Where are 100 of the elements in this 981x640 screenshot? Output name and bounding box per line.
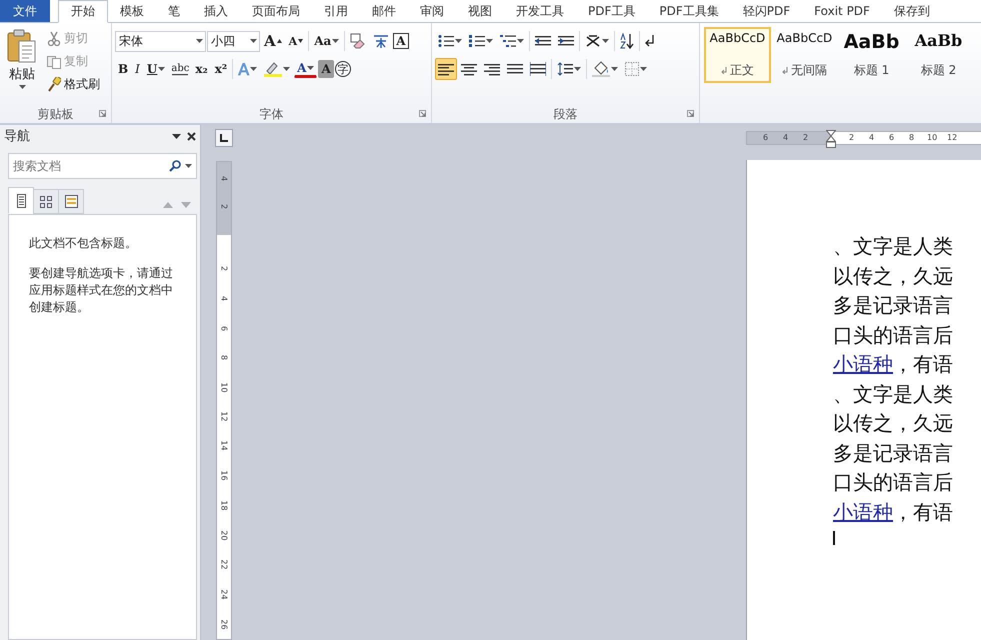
ruler-number: 20 — [220, 529, 228, 542]
ribbon-tab[interactable]: 邮件 — [360, 0, 408, 22]
toolbar-button[interactable]: x² — [212, 58, 230, 80]
ruler-number: 6 — [763, 133, 768, 142]
ribbon-tab[interactable]: 审阅 — [408, 0, 456, 22]
toolbar-button[interactable]: A — [261, 30, 285, 52]
copy-icon — [47, 54, 61, 69]
style-option[interactable]: AaBb 标题 2 — [905, 27, 972, 83]
text-line: 口头的语言后 — [833, 469, 954, 496]
clipboard-icon — [7, 29, 37, 63]
ribbon-tab[interactable]: PDF工具集 — [647, 0, 731, 22]
ruler-number: 4 — [220, 174, 228, 184]
file-tab[interactable]: 文件 — [0, 0, 50, 22]
ruler-number: 4 — [783, 133, 788, 142]
document-icon — [16, 194, 26, 208]
toolbar-button[interactable]: A — [286, 30, 306, 52]
ribbon-tab[interactable]: 引用 — [312, 0, 360, 22]
close-icon[interactable] — [187, 132, 196, 140]
text-line: ，有语 — [893, 352, 953, 376]
toolbar-button[interactable]: B — [115, 58, 132, 80]
text-line: 以传之，久远 — [833, 262, 954, 290]
toolbar-button[interactable] — [435, 58, 457, 80]
text-line: 口头的语言后 — [833, 322, 954, 348]
align-center-icon — [461, 62, 477, 76]
style-option[interactable]: AaBbCcD 正文 — [704, 27, 771, 83]
results-list-icon — [64, 195, 78, 208]
ribbon-tab[interactable]: 插入 — [192, 0, 240, 22]
ruler-number: 8 — [220, 354, 228, 362]
ruler-number: 12 — [947, 133, 958, 142]
align-left-icon — [438, 62, 454, 76]
phonetic-guide-icon — [373, 33, 390, 49]
toolbar-button[interactable]: A — [393, 33, 409, 49]
group-label: 字体 — [260, 106, 284, 122]
ruler-number: 6 — [220, 324, 228, 334]
ruler-number: 4 — [220, 294, 228, 304]
indent-marker-icon[interactable] — [826, 130, 836, 148]
dialog-launcher-icon[interactable] — [687, 110, 694, 117]
ruler-number: 4 — [869, 133, 874, 142]
view-tab[interactable] — [8, 187, 34, 214]
ruler-number: 26 — [220, 618, 228, 632]
ruler-number: 12 — [220, 410, 228, 424]
caret-icon — [18, 85, 26, 89]
ribbon-tab[interactable]: 开始 — [58, 0, 108, 23]
pane-message: 此文档不包含标题。 — [29, 235, 138, 252]
hyperlink[interactable]: 小语种 — [833, 352, 893, 376]
text-line: 以传之，久远 — [833, 410, 954, 437]
ribbon-tab[interactable]: 页面布局 — [240, 0, 312, 22]
toolbar-button[interactable]: x₂ — [192, 58, 211, 80]
ruler-number: 2 — [803, 133, 808, 142]
ruler-number: 10 — [220, 381, 228, 394]
ribbon-tab[interactable]: PDF工具 — [576, 0, 648, 22]
search-box[interactable]: 搜索文档 — [8, 153, 197, 179]
dialog-launcher-icon[interactable] — [99, 110, 106, 117]
group-label: 段落 — [554, 106, 578, 122]
ribbon-tab[interactable]: 保存到 — [882, 0, 942, 22]
dialog-launcher-icon[interactable] — [419, 110, 426, 117]
strikethrough-line-icon — [172, 74, 188, 76]
toolbar-button[interactable]: I — [132, 58, 143, 80]
clipboard-button[interactable]: 格式刷 — [45, 75, 102, 94]
paste-button[interactable]: 粘贴 — [3, 27, 41, 105]
text-line: 、文字是人类 — [833, 380, 954, 408]
toolbar-button[interactable]: Aa — [311, 30, 342, 52]
search-icon[interactable] — [169, 160, 181, 172]
ribbon-tab[interactable]: Foxit PDF — [802, 0, 882, 22]
view-tab[interactable] — [58, 189, 84, 214]
hyperlink[interactable]: 小语种 — [833, 500, 893, 524]
ribbon-tab[interactable]: 轻闪PDF — [730, 0, 802, 22]
tab-stop-icon — [220, 134, 228, 142]
ruler-number: 16 — [220, 469, 228, 482]
toolbar-button[interactable]: U — [144, 58, 168, 80]
justify-icon — [507, 62, 523, 76]
sort-icon — [620, 33, 634, 49]
multilevel-list-icon — [500, 34, 516, 48]
ribbon-tab[interactable]: 视图 — [456, 0, 504, 22]
ruler-number: 2 — [220, 202, 228, 212]
ruler-number: 10 — [927, 133, 938, 142]
tab-selector-button[interactable] — [215, 129, 233, 147]
caret-icon — [185, 164, 192, 168]
text-line: 多是记录语言 — [833, 440, 954, 466]
text-line: ，有语 — [893, 500, 953, 524]
ribbon-tab[interactable]: 开发工具 — [504, 0, 576, 22]
align-right-icon — [484, 62, 500, 76]
dropdown-icon[interactable] — [172, 134, 181, 138]
grid-icon — [40, 196, 52, 208]
bullet-list-icon — [438, 34, 454, 48]
style-option[interactable]: AaBb 标题 1 — [838, 27, 905, 83]
style-option[interactable]: AaBbCcD 无间隔 — [771, 27, 838, 83]
ruler-number: 24 — [220, 588, 228, 602]
ribbon-tab[interactable]: 笔 — [156, 0, 192, 22]
toolbar-button[interactable]: abc — [169, 58, 192, 80]
pane-message: 要创建导航选项卡，请通过应用标题样式在您的文档中创建标题。 — [29, 265, 174, 316]
toolbar-button[interactable]: A — [318, 60, 334, 78]
text-line: 、文字是人类 — [833, 233, 954, 260]
ruler-number: 14 — [220, 439, 228, 452]
ruler-number: 22 — [220, 558, 228, 572]
view-tab[interactable] — [33, 189, 59, 214]
group-label: 剪贴板 — [38, 106, 74, 122]
paragraph-mark-icon — [645, 34, 655, 48]
toolbar-button[interactable]: 字 — [334, 61, 351, 77]
ribbon-tab[interactable]: 模板 — [108, 0, 156, 22]
